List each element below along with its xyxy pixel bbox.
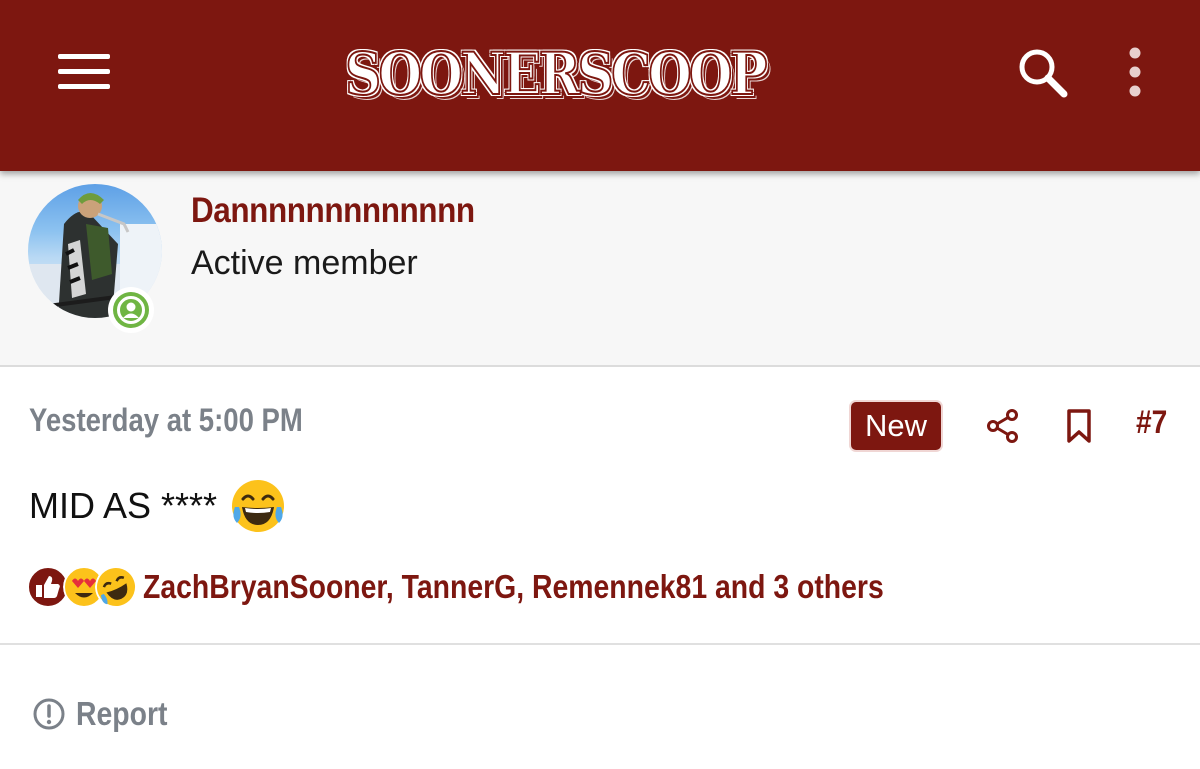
top-navigation-bar: SOONERSCOOP: [0, 0, 1200, 171]
search-icon[interactable]: [1014, 44, 1072, 102]
menu-icon[interactable]: [56, 52, 112, 92]
post-content: MID AS ****: [29, 476, 287, 536]
laughing-tears-emoji: [229, 477, 287, 535]
reaction-users-link[interactable]: ZachBryanSooner, TannerG, Remennek81 and…: [143, 568, 884, 606]
rofl-icon: [95, 566, 137, 608]
post-date-link[interactable]: Yesterday at 5:00 PM: [29, 402, 303, 439]
online-user-icon: [113, 292, 149, 328]
share-icon[interactable]: [986, 408, 1020, 444]
reaction-icons[interactable]: [27, 562, 137, 612]
alert-circle-icon: [33, 698, 65, 730]
reactions-bar: ZachBryanSooner, TannerG, Remennek81 and…: [27, 562, 1004, 612]
member-info-panel: Dannnnnnnnnnnnn Active member: [0, 171, 1200, 367]
post-text: MID AS ****: [29, 485, 218, 526]
site-logo[interactable]: SOONERSCOOP: [336, 38, 775, 110]
more-vertical-icon[interactable]: [1120, 44, 1150, 102]
report-button[interactable]: Report: [32, 694, 182, 734]
username-link[interactable]: Dannnnnnnnnnnnn: [191, 191, 475, 231]
report-label: Report: [76, 695, 168, 732]
bookmark-icon[interactable]: [1066, 408, 1092, 444]
divider: [0, 643, 1200, 645]
user-title: Active member: [191, 244, 418, 282]
online-status-badge: [108, 287, 154, 333]
new-badge: New: [851, 402, 941, 450]
post-number-link[interactable]: #7: [1136, 404, 1167, 441]
